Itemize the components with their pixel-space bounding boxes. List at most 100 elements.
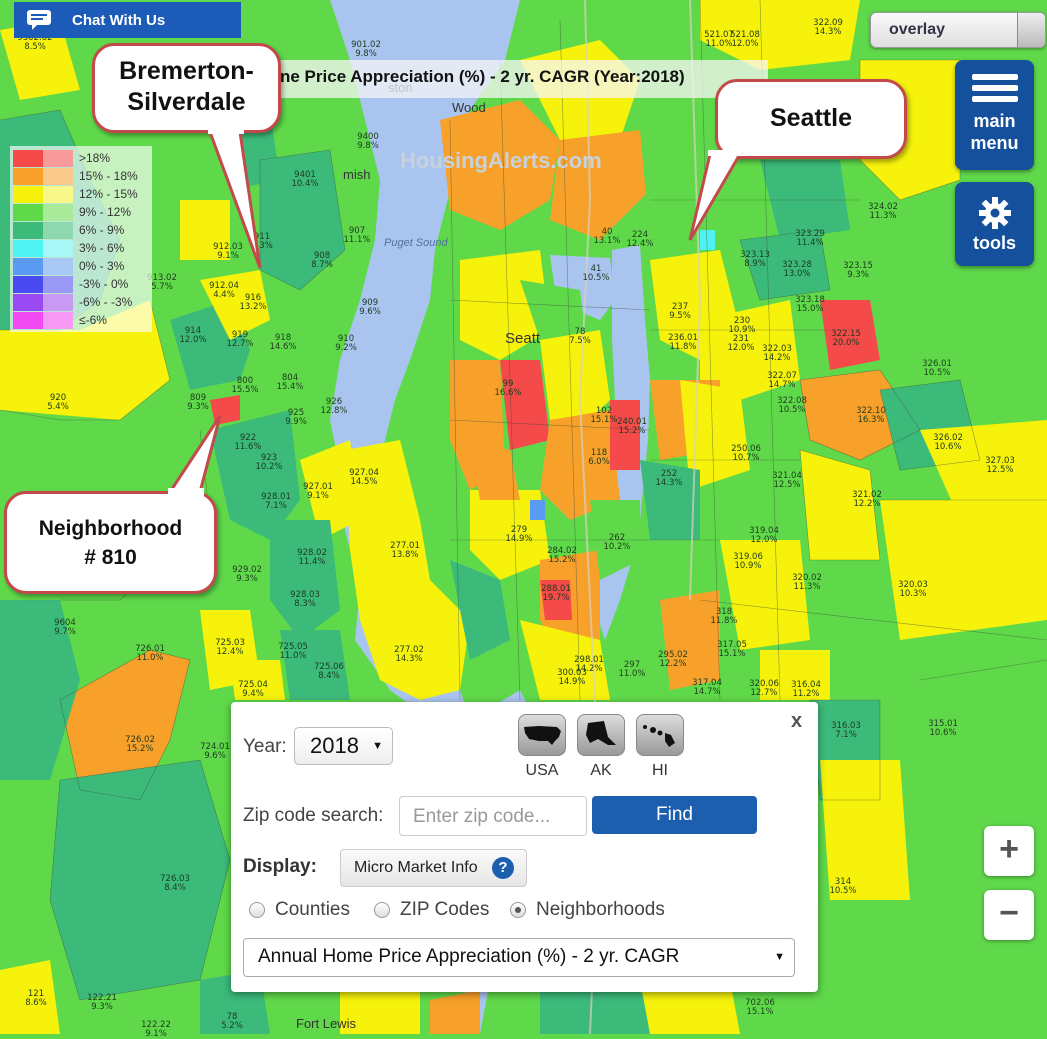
neighborhood-label[interactable]: 922 11.6%	[234, 434, 261, 452]
main-menu-button[interactable]: main menu	[955, 60, 1034, 170]
neighborhood-label[interactable]: 916 13.2%	[239, 294, 266, 312]
chat-with-us-button[interactable]: Chat With Us	[14, 2, 241, 38]
neighborhood-label[interactable]: 322.08 10.5%	[777, 397, 807, 415]
neighborhood-label[interactable]: 909 9.6%	[359, 299, 381, 317]
neighborhood-label[interactable]: 521.08 12.0%	[730, 31, 760, 49]
neighborhood-label[interactable]: 726.03 8.4%	[160, 875, 190, 893]
year-select[interactable]: 2018 ▼	[294, 727, 393, 765]
neighborhood-label[interactable]: 908 8.7%	[311, 252, 333, 270]
region-usa-button[interactable]: USA	[518, 714, 566, 780]
neighborhood-label[interactable]: 927.01 9.1%	[303, 483, 333, 501]
radio-neighborhoods[interactable]: Neighborhoods	[510, 899, 665, 921]
neighborhood-label[interactable]: 322.10 16.3%	[856, 407, 886, 425]
neighborhood-label[interactable]: 230 10.9%	[728, 317, 755, 335]
neighborhood-label[interactable]: 317.04 14.7%	[692, 679, 722, 697]
neighborhood-label[interactable]: 316.03 7.1%	[831, 722, 861, 740]
neighborhood-label[interactable]: 725.05 11.0%	[278, 643, 308, 661]
neighborhood-label[interactable]: 322.09 14.3%	[813, 19, 843, 37]
neighborhood-label[interactable]: 41 10.5%	[582, 265, 609, 283]
neighborhood-label[interactable]: 327.03 12.5%	[985, 457, 1015, 475]
neighborhood-label[interactable]: 314 10.5%	[829, 878, 856, 896]
neighborhood-label[interactable]: 323.15 9.3%	[843, 262, 873, 280]
radio-counties[interactable]: Counties	[249, 899, 350, 921]
radio-neighborhoods-dot[interactable]	[510, 902, 526, 918]
neighborhood-label[interactable]: 725.04 9.4%	[238, 681, 268, 699]
find-button[interactable]: Find	[592, 796, 757, 834]
neighborhood-label[interactable]: 323.13 8.9%	[740, 251, 770, 269]
neighborhood-label[interactable]: 297 11.0%	[618, 661, 645, 679]
neighborhood-label[interactable]: 702.06 15.1%	[745, 999, 775, 1017]
neighborhood-label[interactable]: 925 9.9%	[285, 409, 307, 427]
neighborhood-label[interactable]: 322.15 20.0%	[831, 330, 861, 348]
micro-market-info-button[interactable]: Micro Market Info ?	[340, 849, 527, 887]
neighborhood-label[interactable]: 918 14.6%	[269, 334, 296, 352]
zoom-in-button[interactable]: +	[984, 826, 1034, 876]
neighborhood-label[interactable]: 277.01 13.8%	[390, 542, 420, 560]
radio-zip-codes[interactable]: ZIP Codes	[374, 899, 489, 921]
zip-code-input[interactable]: Enter zip code...	[399, 796, 587, 836]
neighborhood-label[interactable]: 928.03 8.3%	[290, 591, 320, 609]
neighborhood-label[interactable]: 102 15.1%	[590, 407, 617, 425]
neighborhood-label[interactable]: 237 9.5%	[669, 303, 691, 321]
neighborhood-label[interactable]: 236.01 11.8%	[668, 334, 698, 352]
neighborhood-label[interactable]: 9401 10.4%	[291, 171, 318, 189]
radio-counties-dot[interactable]	[249, 902, 265, 918]
neighborhood-label[interactable]: 724.01 9.6%	[200, 743, 230, 761]
neighborhood-label[interactable]: 923 10.2%	[255, 454, 282, 472]
region-hi-button[interactable]: HI	[636, 714, 684, 780]
neighborhood-label[interactable]: 320.06 12.7%	[749, 680, 779, 698]
neighborhood-label[interactable]: 321.04 12.5%	[772, 472, 802, 490]
neighborhood-label[interactable]: 326.01 10.5%	[922, 360, 952, 378]
neighborhood-label[interactable]: 9604 9.7%	[54, 619, 76, 637]
neighborhood-label[interactable]: 323.29 11.4%	[795, 230, 825, 248]
neighborhood-label[interactable]: 118 6.0%	[588, 449, 610, 467]
neighborhood-label[interactable]: 295.02 12.2%	[658, 651, 688, 669]
neighborhood-label[interactable]: 928.02 11.4%	[297, 549, 327, 567]
neighborhood-label[interactable]: 121 8.6%	[25, 990, 47, 1008]
neighborhood-label[interactable]: 901.02 9.8%	[351, 41, 381, 59]
neighborhood-label[interactable]: 300.03 14.9%	[557, 669, 587, 687]
neighborhood-label[interactable]: 800 15.5%	[231, 377, 258, 395]
neighborhood-label[interactable]: 318 11.8%	[710, 608, 737, 626]
neighborhood-label[interactable]: 322.03 14.2%	[762, 345, 792, 363]
neighborhood-label[interactable]: 279 14.9%	[505, 526, 532, 544]
neighborhood-label[interactable]: 231 12.0%	[727, 335, 754, 353]
overlay-toggle[interactable]: overlay	[870, 12, 1046, 48]
zoom-out-button[interactable]: −	[984, 890, 1034, 940]
neighborhood-label[interactable]: 907 11.1%	[343, 227, 370, 245]
neighborhood-label[interactable]: 277.02 14.3%	[394, 646, 424, 664]
neighborhood-label[interactable]: 326.02 10.6%	[933, 434, 963, 452]
neighborhood-label[interactable]: 323.28 13.0%	[782, 261, 812, 279]
neighborhood-label[interactable]: 928.01 7.1%	[261, 493, 291, 511]
region-ak-button[interactable]: AK	[577, 714, 625, 780]
neighborhood-label[interactable]: 78 7.5%	[569, 328, 591, 346]
neighborhood-label[interactable]: 317.05 15.1%	[717, 641, 747, 659]
neighborhood-label[interactable]: 122.21 9.3%	[87, 994, 117, 1012]
neighborhood-label[interactable]: 122.22 9.1%	[141, 1021, 171, 1039]
neighborhood-label[interactable]: 240.01 15.2%	[617, 418, 647, 436]
metric-select[interactable]: Annual Home Price Appreciation (%) - 2 y…	[243, 938, 795, 977]
neighborhood-label[interactable]: 809 9.3%	[187, 394, 209, 412]
neighborhood-label[interactable]: 315.01 10.6%	[928, 720, 958, 738]
neighborhood-label[interactable]: 262 10.2%	[603, 534, 630, 552]
neighborhood-label[interactable]: 250.06 10.7%	[731, 445, 761, 463]
radio-zip-codes-dot[interactable]	[374, 902, 390, 918]
neighborhood-label[interactable]: 320.02 11.3%	[792, 574, 822, 592]
neighborhood-label[interactable]: 319.06 10.9%	[733, 553, 763, 571]
neighborhood-label[interactable]: 726.02 15.2%	[125, 736, 155, 754]
neighborhood-label[interactable]: 99 16.6%	[494, 380, 521, 398]
neighborhood-label[interactable]: 288.01 19.7%	[541, 585, 571, 603]
neighborhood-label[interactable]: 726.01 11.0%	[135, 645, 165, 663]
neighborhood-label[interactable]: 319.04 12.0%	[749, 527, 779, 545]
neighborhood-label[interactable]: 322.07 14.7%	[767, 372, 797, 390]
neighborhood-label[interactable]: 929.02 9.3%	[232, 566, 262, 584]
neighborhood-label[interactable]: 324.02 11.3%	[868, 203, 898, 221]
neighborhood-label[interactable]: 40 13.1%	[593, 228, 620, 246]
neighborhood-label[interactable]: 926 12.8%	[320, 398, 347, 416]
tools-button[interactable]: tools	[955, 182, 1034, 266]
neighborhood-label[interactable]: 912.04 4.4%	[209, 282, 239, 300]
neighborhood-label[interactable]: 927.04 14.5%	[349, 469, 379, 487]
close-panel-button[interactable]: x	[791, 710, 802, 733]
neighborhood-label[interactable]: 919 12.7%	[226, 331, 253, 349]
neighborhood-label[interactable]: 323.18 15.0%	[795, 296, 825, 314]
